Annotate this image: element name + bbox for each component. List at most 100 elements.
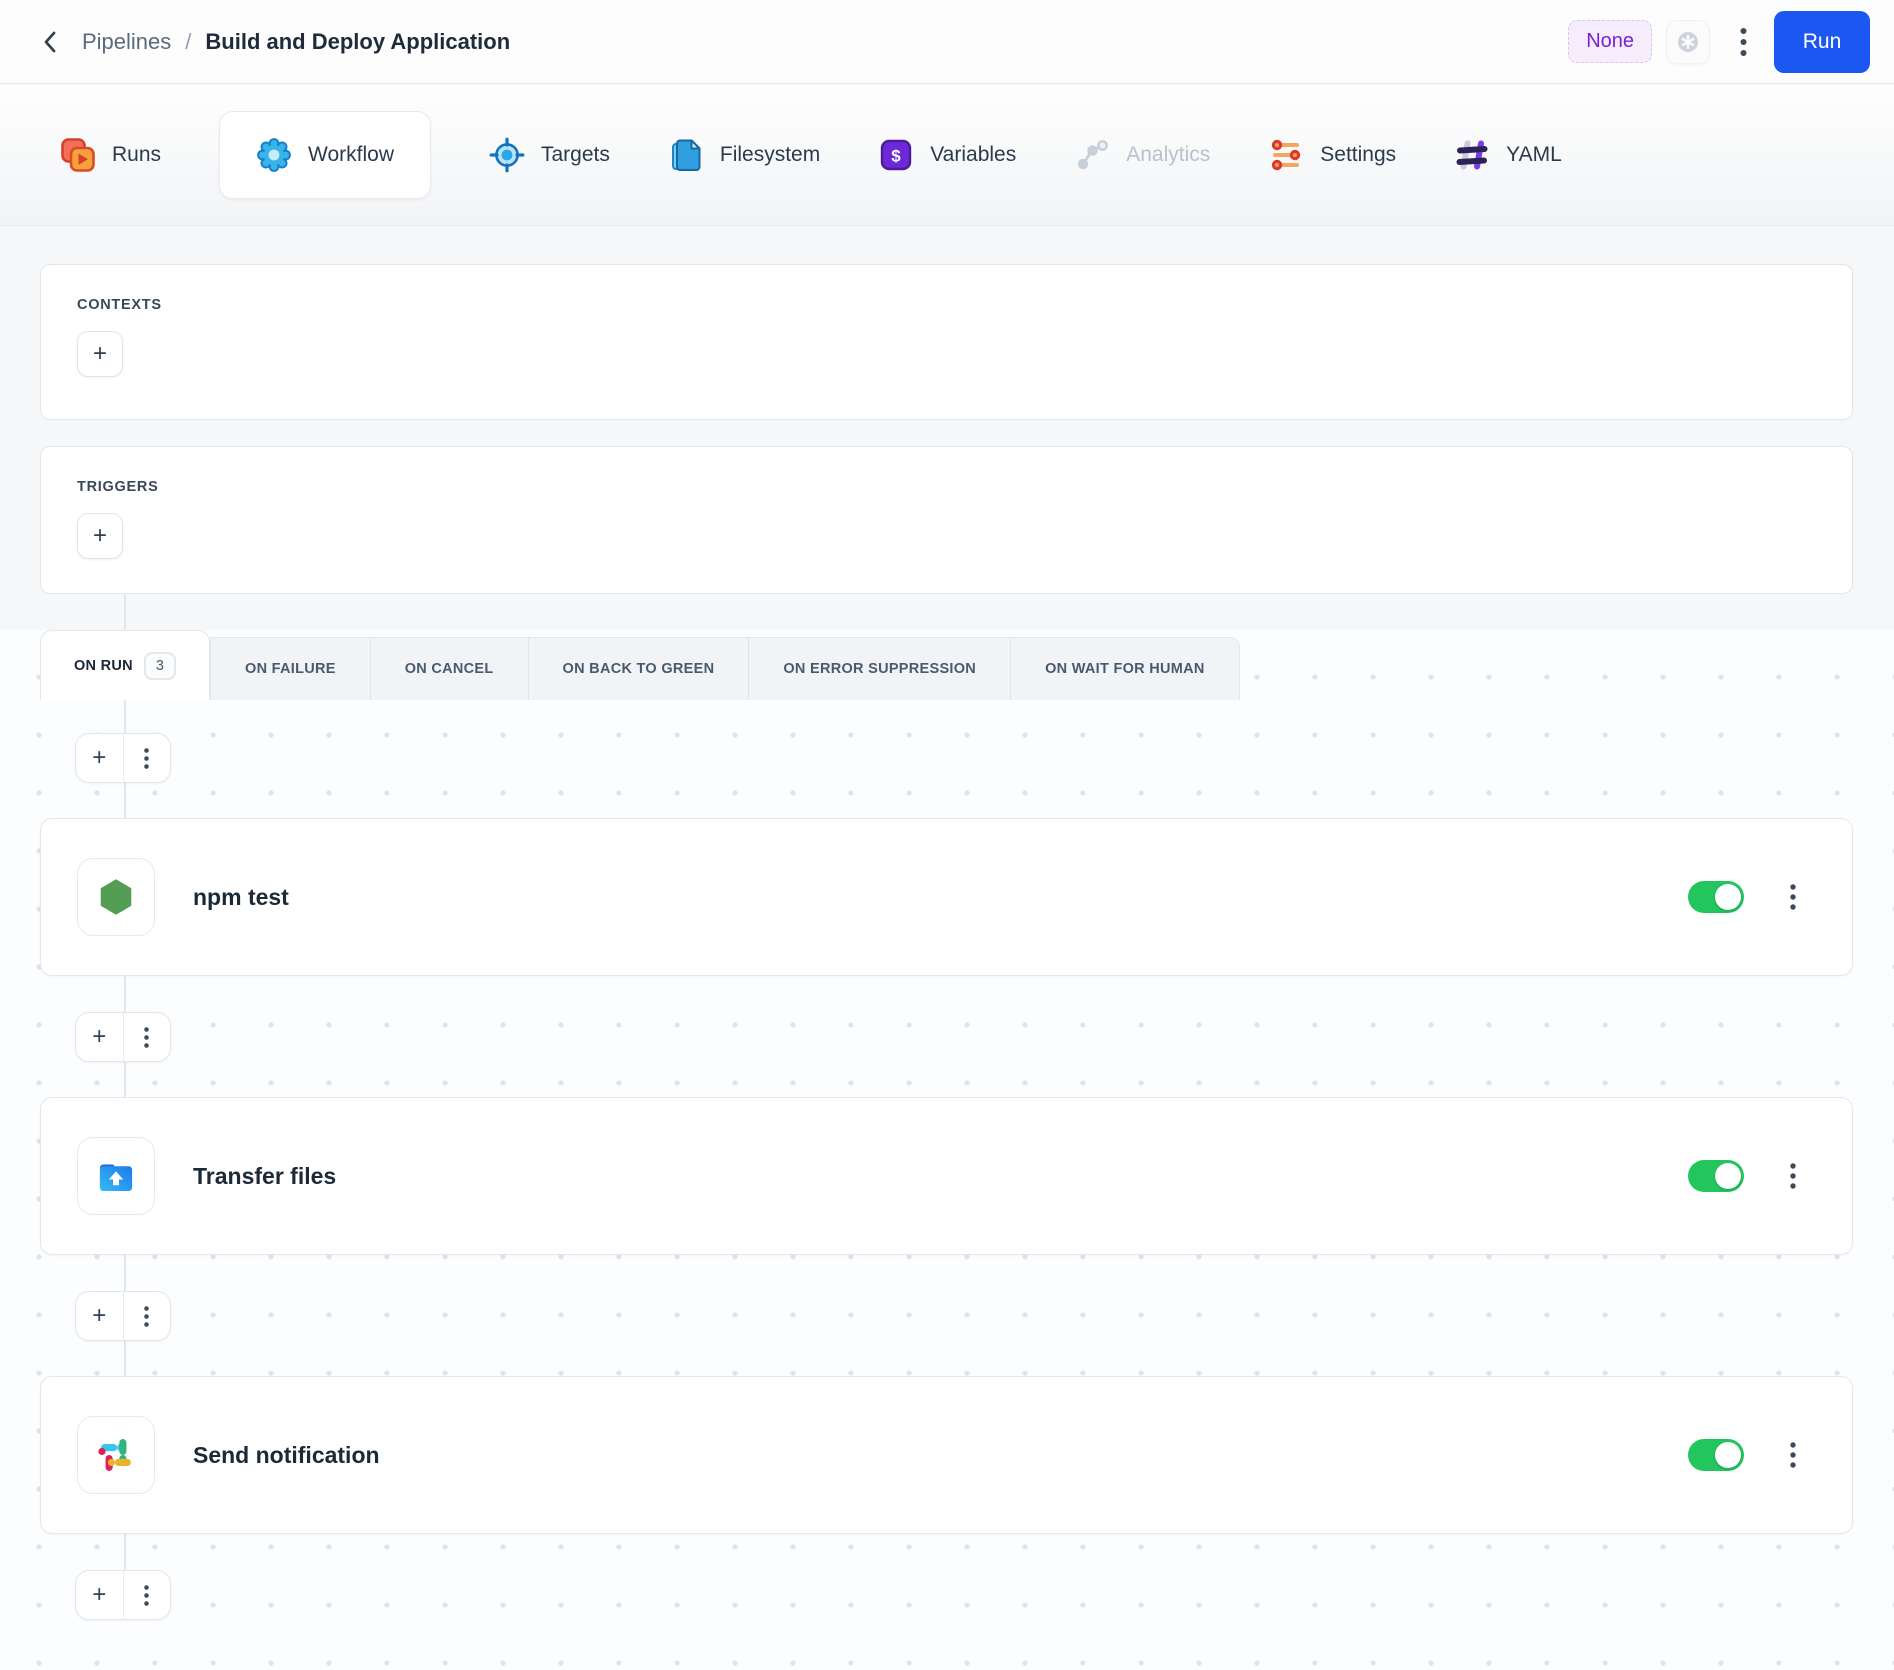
send-notification-menu-button[interactable] bbox=[1778, 1433, 1808, 1477]
npm-test-toggle[interactable] bbox=[1688, 881, 1744, 913]
tab-workflow[interactable]: Workflow bbox=[219, 111, 431, 199]
contexts-section: CONTEXTS + bbox=[40, 264, 1853, 420]
action-icon-box bbox=[77, 1137, 155, 1215]
tab-on-failure-label: ON FAILURE bbox=[245, 661, 336, 677]
nodejs-icon bbox=[94, 875, 138, 919]
add-context-button[interactable]: + bbox=[77, 331, 123, 377]
slack-icon bbox=[94, 1433, 138, 1477]
actions-menu-button[interactable] bbox=[122, 1571, 171, 1619]
action-title: Send notification bbox=[193, 1441, 380, 1468]
tab-variables[interactable]: $ Variables bbox=[878, 137, 1016, 173]
action-card-npm-test[interactable]: npm test bbox=[40, 818, 1853, 976]
asterisk-icon bbox=[1675, 29, 1701, 55]
insert-bar-4: + bbox=[75, 1570, 171, 1620]
tab-runs[interactable]: Runs bbox=[60, 137, 161, 173]
analytics-icon bbox=[1074, 137, 1110, 173]
action-icon-box bbox=[77, 1416, 155, 1494]
triggers-section: TRIGGERS + bbox=[40, 446, 1853, 594]
tab-on-cancel-label: ON CANCEL bbox=[404, 661, 494, 677]
breadcrumb-separator: / bbox=[185, 28, 192, 54]
tab-on-error-suppression-label: ON ERROR SUPPRESSION bbox=[783, 661, 977, 677]
add-action-button[interactable]: + bbox=[76, 734, 123, 782]
kebab-icon bbox=[1790, 1442, 1796, 1468]
add-action-button[interactable]: + bbox=[76, 1571, 123, 1619]
target-none-badge[interactable]: None bbox=[1568, 20, 1652, 63]
run-button[interactable]: Run bbox=[1774, 10, 1870, 73]
tab-runs-label: Runs bbox=[112, 143, 162, 166]
breadcrumb-pipelines[interactable]: Pipelines bbox=[82, 29, 171, 55]
toggle-knob bbox=[1715, 1163, 1741, 1189]
tab-workflow-label: Workflow bbox=[308, 143, 394, 166]
settings-icon bbox=[1268, 137, 1304, 173]
workflow-icon bbox=[256, 137, 292, 173]
tab-on-failure[interactable]: ON FAILURE bbox=[211, 638, 370, 700]
tab-filesystem[interactable]: Filesystem bbox=[668, 137, 820, 173]
filesystem-icon bbox=[668, 137, 704, 173]
add-action-button[interactable]: + bbox=[76, 1013, 123, 1061]
main-tab-bar: Runs Workflow Targets Filesystem $ Varia… bbox=[0, 85, 1894, 226]
breadcrumb: Pipelines / Build and Deploy Application bbox=[82, 29, 510, 55]
tab-filesystem-label: Filesystem bbox=[719, 143, 821, 166]
action-title: npm test bbox=[193, 883, 289, 910]
runs-icon bbox=[60, 137, 96, 173]
yaml-icon bbox=[1454, 137, 1490, 173]
tab-on-wait-for-human[interactable]: ON WAIT FOR HUMAN bbox=[1010, 638, 1239, 700]
action-card-send-notification[interactable]: Send notification bbox=[40, 1376, 1853, 1534]
tab-targets[interactable]: Targets bbox=[489, 137, 610, 173]
transfer-files-menu-button[interactable] bbox=[1778, 1154, 1808, 1198]
target-selector-button[interactable] bbox=[1666, 19, 1710, 64]
variables-icon: $ bbox=[878, 137, 914, 173]
tab-analytics: Analytics bbox=[1074, 137, 1210, 173]
targets-icon bbox=[489, 137, 525, 173]
tab-targets-label: Targets bbox=[541, 143, 610, 166]
tab-settings[interactable]: Settings bbox=[1268, 137, 1396, 173]
action-title: Transfer files bbox=[193, 1162, 337, 1189]
toggle-knob bbox=[1715, 884, 1741, 910]
tab-settings-label: Settings bbox=[1320, 143, 1397, 166]
tab-yaml-label: YAML bbox=[1506, 143, 1562, 166]
tab-on-run[interactable]: ON RUN 3 bbox=[40, 630, 210, 700]
actions-menu-button[interactable] bbox=[122, 1292, 171, 1340]
kebab-icon bbox=[144, 1305, 150, 1327]
action-icon-box bbox=[77, 858, 155, 936]
tab-variables-label: Variables bbox=[930, 143, 1017, 166]
actions-menu-button[interactable] bbox=[122, 1013, 171, 1061]
send-notification-toggle[interactable] bbox=[1688, 1439, 1744, 1471]
kebab-icon bbox=[144, 1584, 150, 1606]
action-card-transfer-files[interactable]: Transfer files bbox=[40, 1097, 1853, 1255]
back-button[interactable] bbox=[30, 22, 70, 62]
tab-on-back-to-green[interactable]: ON BACK TO GREEN bbox=[527, 638, 749, 700]
tab-yaml[interactable]: YAML bbox=[1454, 137, 1562, 173]
kebab-icon bbox=[144, 747, 150, 769]
on-run-count-badge: 3 bbox=[143, 651, 176, 680]
insert-bar-2: + bbox=[75, 1012, 171, 1062]
kebab-icon bbox=[144, 1026, 150, 1048]
page-title: Build and Deploy Application bbox=[205, 28, 511, 54]
actions-menu-button[interactable] bbox=[122, 734, 171, 782]
add-action-button[interactable]: + bbox=[76, 1292, 123, 1340]
contexts-title: CONTEXTS bbox=[77, 297, 162, 313]
insert-bar-3: + bbox=[75, 1291, 171, 1341]
header-more-button[interactable] bbox=[1726, 20, 1760, 64]
kebab-icon bbox=[1740, 27, 1747, 57]
tab-on-wait-for-human-label: ON WAIT FOR HUMAN bbox=[1045, 661, 1205, 677]
npm-test-menu-button[interactable] bbox=[1778, 875, 1808, 919]
tab-on-cancel[interactable]: ON CANCEL bbox=[369, 638, 528, 700]
triggers-title: TRIGGERS bbox=[77, 479, 159, 495]
svg-text:$: $ bbox=[892, 147, 902, 166]
header: Pipelines / Build and Deploy Application… bbox=[0, 0, 1894, 84]
kebab-icon bbox=[1790, 1163, 1796, 1189]
transfer-files-toggle[interactable] bbox=[1688, 1160, 1744, 1192]
tab-on-run-label: ON RUN bbox=[73, 657, 133, 674]
chevron-left-icon bbox=[39, 29, 61, 55]
event-tab-bar: ON RUN 3 ON FAILURE ON CANCEL ON BACK TO… bbox=[40, 630, 1240, 700]
tab-analytics-label: Analytics bbox=[1126, 143, 1211, 166]
event-tab-group: ON FAILURE ON CANCEL ON BACK TO GREEN ON… bbox=[210, 637, 1240, 700]
upload-folder-icon bbox=[93, 1153, 139, 1199]
tab-on-error-suppression[interactable]: ON ERROR SUPPRESSION bbox=[748, 638, 1010, 700]
kebab-icon bbox=[1790, 884, 1796, 910]
insert-bar-1: + bbox=[75, 733, 171, 783]
toggle-knob bbox=[1715, 1442, 1741, 1468]
tab-on-back-to-green-label: ON BACK TO GREEN bbox=[562, 661, 715, 677]
add-trigger-button[interactable]: + bbox=[77, 513, 123, 559]
